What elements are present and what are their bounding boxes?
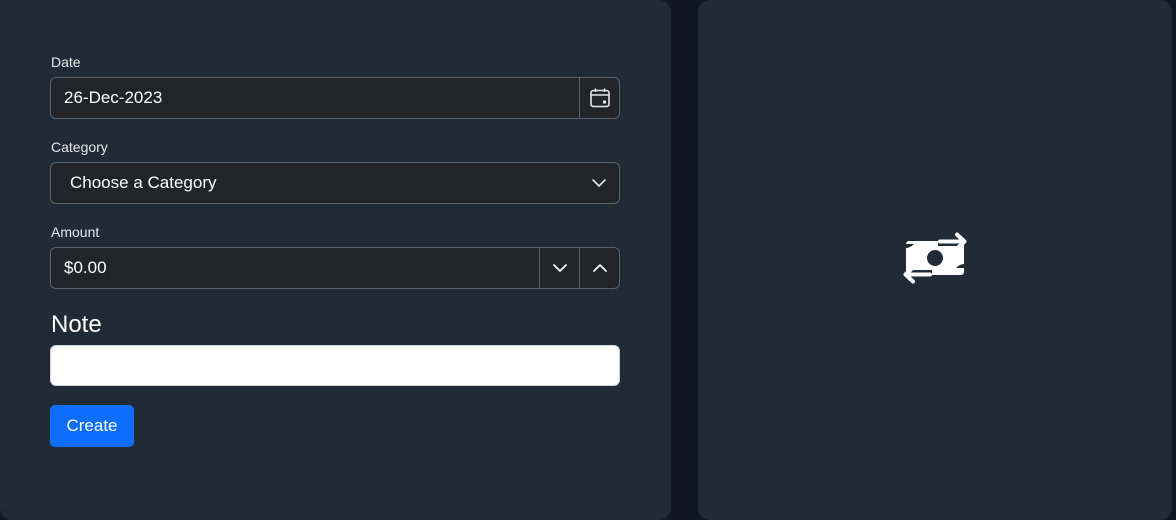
amount-decrement-button[interactable] [539, 248, 579, 288]
note-input[interactable] [50, 345, 620, 386]
category-label: Category [51, 139, 108, 155]
date-field[interactable]: 26-Dec-2023 [50, 77, 620, 119]
calendar-icon [589, 88, 610, 108]
amount-input[interactable]: $0.00 [51, 258, 539, 278]
category-select[interactable]: Choose a Category [50, 162, 620, 204]
note-label: Note [51, 311, 102, 338]
category-selected-value: Choose a Category [70, 173, 217, 192]
date-picker-button[interactable] [579, 78, 619, 118]
create-button[interactable]: Create [50, 405, 134, 447]
amount-increment-button[interactable] [579, 248, 619, 288]
chevron-up-icon [592, 264, 607, 272]
chevron-down-icon [579, 163, 619, 203]
amount-field[interactable]: $0.00 [50, 247, 620, 289]
date-label: Date [51, 54, 81, 70]
money-transfer-icon [903, 232, 967, 284]
chevron-down-icon [552, 264, 567, 272]
amount-label: Amount [51, 224, 100, 240]
date-input[interactable]: 26-Dec-2023 [51, 88, 579, 108]
